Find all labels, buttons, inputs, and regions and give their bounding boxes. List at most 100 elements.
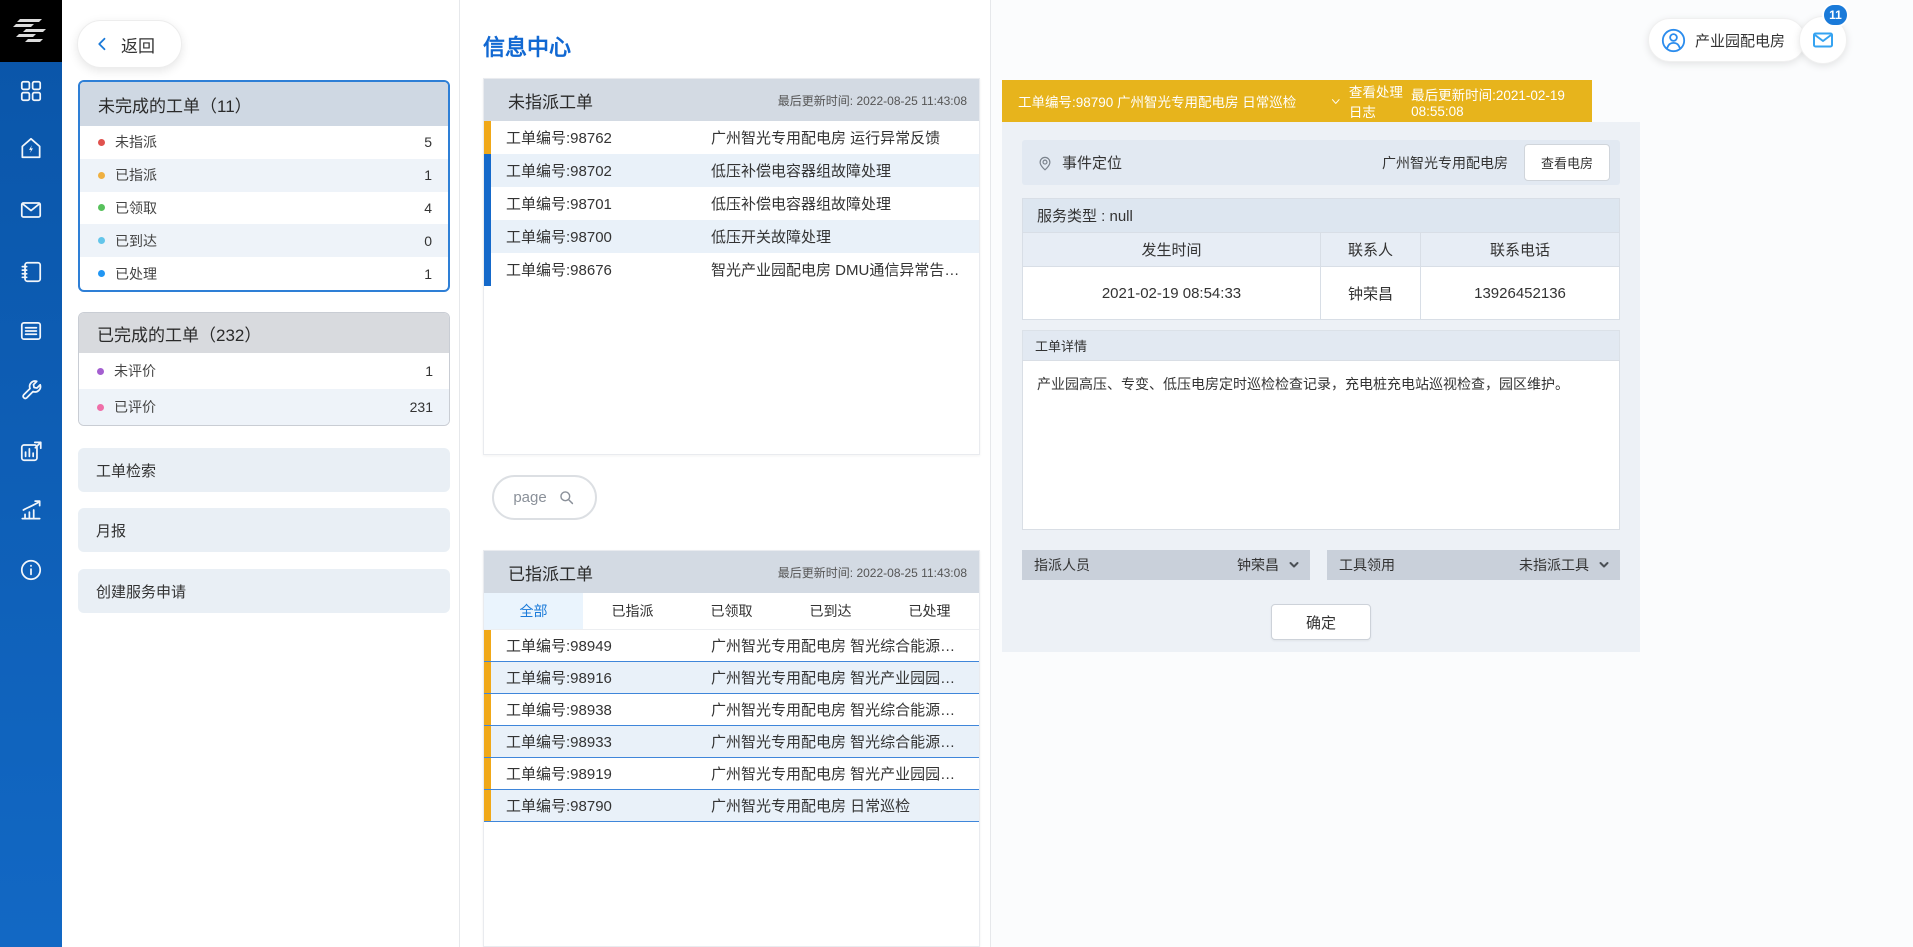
app-root: 返回 未完成的工单（11） 未指派 5 已指派 1 已领取 4 已到达 bbox=[0, 0, 1913, 947]
info-icon[interactable] bbox=[17, 556, 45, 584]
tool-requisition-value: 未指派工具 bbox=[1519, 555, 1589, 575]
status-dot bbox=[98, 237, 105, 244]
user-account-button[interactable]: 产业园配电房 bbox=[1648, 18, 1806, 62]
status-row-arrived[interactable]: 已到达 0 bbox=[80, 224, 448, 257]
work-order-number: 工单编号:98938 bbox=[506, 699, 711, 720]
list-icon[interactable] bbox=[17, 317, 45, 345]
work-order-detail-panel: 事件定位 广州智光专用配电房 查看电房 服务类型 : null 发生时间 联系人… bbox=[1002, 122, 1640, 652]
chevron-left-icon bbox=[94, 35, 112, 53]
work-order-number: 工单编号:98949 bbox=[506, 635, 711, 656]
unfinished-orders-title: 未完成的工单（11） bbox=[80, 82, 448, 126]
status-label: 已指派 bbox=[115, 165, 157, 185]
chevron-down-icon bbox=[1598, 559, 1610, 571]
work-order-desc: 低压开关故障处理 bbox=[711, 226, 979, 247]
service-info-block: 服务类型 : null 发生时间 联系人 联系电话 2021-02-19 08:… bbox=[1022, 198, 1620, 320]
view-log-link[interactable]: 查看处理日志 bbox=[1330, 81, 1411, 121]
status-count: 1 bbox=[425, 363, 433, 379]
tab-arrived[interactable]: 已到达 bbox=[781, 593, 880, 629]
work-order-number: 工单编号:98701 bbox=[506, 193, 711, 214]
work-order-row[interactable]: 工单编号:98676 智光产业园配电房 DMU通信异常告警 … bbox=[484, 253, 979, 286]
work-order-row[interactable]: 工单编号:98916 广州智光专用配电房 智光产业园园区巡… bbox=[484, 662, 979, 694]
tab-assigned[interactable]: 已指派 bbox=[583, 593, 682, 629]
status-row-rated[interactable]: 已评价 231 bbox=[79, 389, 449, 425]
priority-bar bbox=[484, 726, 491, 757]
work-order-detail-header: 工单编号:98790 广州智光专用配电房 日常巡检 查看处理日志 最后更新时间:… bbox=[1002, 80, 1592, 122]
priority-bar bbox=[484, 121, 491, 154]
home-icon[interactable] bbox=[17, 134, 45, 162]
tab-all[interactable]: 全部 bbox=[484, 593, 583, 629]
view-log-label: 查看处理日志 bbox=[1349, 81, 1411, 121]
work-order-number: 工单编号:98676 bbox=[506, 259, 711, 280]
sidebar-rail bbox=[0, 0, 62, 947]
work-order-number: 工单编号:98919 bbox=[506, 763, 711, 784]
search-icon bbox=[557, 488, 576, 507]
detail-header-title: 工单编号:98790 广州智光专用配电房 日常巡检 bbox=[1018, 91, 1296, 111]
col-header-contact: 联系人 bbox=[1320, 233, 1420, 266]
status-dot bbox=[97, 368, 104, 375]
status-row-assigned[interactable]: 已指派 1 bbox=[80, 159, 448, 192]
wrench-icon[interactable] bbox=[17, 376, 45, 404]
work-order-row[interactable]: 工单编号:98701 低压补偿电容器组故障处理 bbox=[484, 187, 979, 220]
back-button[interactable]: 返回 bbox=[77, 20, 182, 68]
priority-bar bbox=[484, 790, 491, 821]
status-count: 0 bbox=[424, 233, 432, 249]
work-order-row[interactable]: 工单编号:98933 广州智光专用配电房 智光综合能源产业… bbox=[484, 726, 979, 758]
status-row-processed[interactable]: 已处理 1 bbox=[80, 257, 448, 290]
confirm-button[interactable]: 确定 bbox=[1271, 604, 1371, 640]
table-row: 2021-02-19 08:54:33 钟荣昌 13926452136 bbox=[1023, 267, 1619, 319]
work-order-row[interactable]: 工单编号:98919 广州智光专用配电房 智光产业园园区巡… bbox=[484, 758, 979, 790]
messages-icon[interactable] bbox=[17, 196, 45, 224]
tab-claimed[interactable]: 已领取 bbox=[682, 593, 781, 629]
work-order-row[interactable]: 工单编号:98702 低压补偿电容器组故障处理 bbox=[484, 154, 979, 187]
col-header-occur-time: 发生时间 bbox=[1023, 233, 1320, 266]
chevron-down-icon bbox=[1330, 94, 1342, 109]
order-details-text: 产业园高压、专变、低压电房定时巡检检查记录，充电桩充电站巡视检查，园区维护。 bbox=[1022, 360, 1620, 530]
work-order-row[interactable]: 工单编号:98949 广州智光专用配电房 智光综合能源产业… bbox=[484, 630, 979, 662]
work-order-row[interactable]: 工单编号:98700 低压开关故障处理 bbox=[484, 220, 979, 253]
tab-processed[interactable]: 已处理 bbox=[880, 593, 979, 629]
assigned-tabs: 全部 已指派 已领取 已到达 已处理 bbox=[484, 593, 979, 630]
divider-right bbox=[990, 0, 991, 947]
user-name: 产业园配电房 bbox=[1695, 30, 1785, 51]
chevron-down-icon bbox=[1288, 559, 1300, 571]
trend-icon[interactable] bbox=[17, 496, 45, 524]
work-order-row-selected[interactable]: 工单编号:98790 广州智光专用配电房 日常巡检 bbox=[484, 790, 979, 822]
status-dot bbox=[97, 404, 104, 411]
divider-left bbox=[459, 0, 460, 947]
report-icon[interactable] bbox=[17, 437, 45, 465]
menu-item-create-service-request[interactable]: 创建服务申请 bbox=[78, 569, 450, 613]
work-order-desc: 广州智光专用配电房 日常巡检 bbox=[711, 795, 979, 816]
work-order-number: 工单编号:98916 bbox=[506, 667, 711, 688]
priority-bar bbox=[484, 758, 491, 789]
work-order-row[interactable]: 工单编号:98938 广州智光专用配电房 智光综合能源产业… bbox=[484, 694, 979, 726]
finished-orders-card: 已完成的工单（232） 未评价 1 已评价 231 bbox=[78, 312, 450, 426]
work-order-number: 工单编号:98790 bbox=[506, 795, 711, 816]
tool-requisition-bar[interactable]: 工具领用 未指派工具 bbox=[1327, 550, 1620, 580]
priority-bar bbox=[484, 662, 491, 693]
work-order-row[interactable]: 工单编号:98762 广州智光专用配电房 运行异常反馈 bbox=[484, 121, 979, 154]
menu-item-monthly-report[interactable]: 月报 bbox=[78, 508, 450, 552]
status-row-unrated[interactable]: 未评价 1 bbox=[79, 353, 449, 389]
status-dot bbox=[98, 270, 105, 277]
status-row-unassigned[interactable]: 未指派 5 bbox=[80, 126, 448, 159]
status-row-claimed[interactable]: 已领取 4 bbox=[80, 192, 448, 225]
contact-table: 发生时间 联系人 联系电话 2021-02-19 08:54:33 钟荣昌 13… bbox=[1022, 232, 1620, 320]
page-search[interactable]: page bbox=[492, 475, 597, 520]
back-label: 返回 bbox=[121, 32, 155, 57]
assigned-panel-updated: 最后更新时间: 2022-08-25 11:43:08 bbox=[778, 564, 967, 581]
status-label: 已处理 bbox=[115, 264, 157, 284]
view-room-button[interactable]: 查看电房 bbox=[1524, 144, 1610, 181]
work-order-desc: 广州智光专用配电房 智光产业园园区巡… bbox=[711, 763, 979, 784]
status-dot bbox=[98, 139, 105, 146]
assigned-person-bar[interactable]: 指派人员 钟荣昌 bbox=[1022, 550, 1310, 580]
phone-value: 13926452136 bbox=[1420, 267, 1619, 319]
status-dot bbox=[98, 204, 105, 211]
priority-bar bbox=[484, 630, 491, 661]
work-order-number: 工单编号:98762 bbox=[506, 127, 711, 148]
apps-icon[interactable] bbox=[17, 77, 45, 105]
brand-logo[interactable] bbox=[0, 0, 62, 62]
notebook-icon[interactable] bbox=[17, 258, 45, 286]
menu-item-order-search[interactable]: 工单检索 bbox=[78, 448, 450, 492]
status-label: 已评价 bbox=[114, 397, 156, 417]
work-order-desc: 广州智光专用配电房 运行异常反馈 bbox=[711, 127, 979, 148]
